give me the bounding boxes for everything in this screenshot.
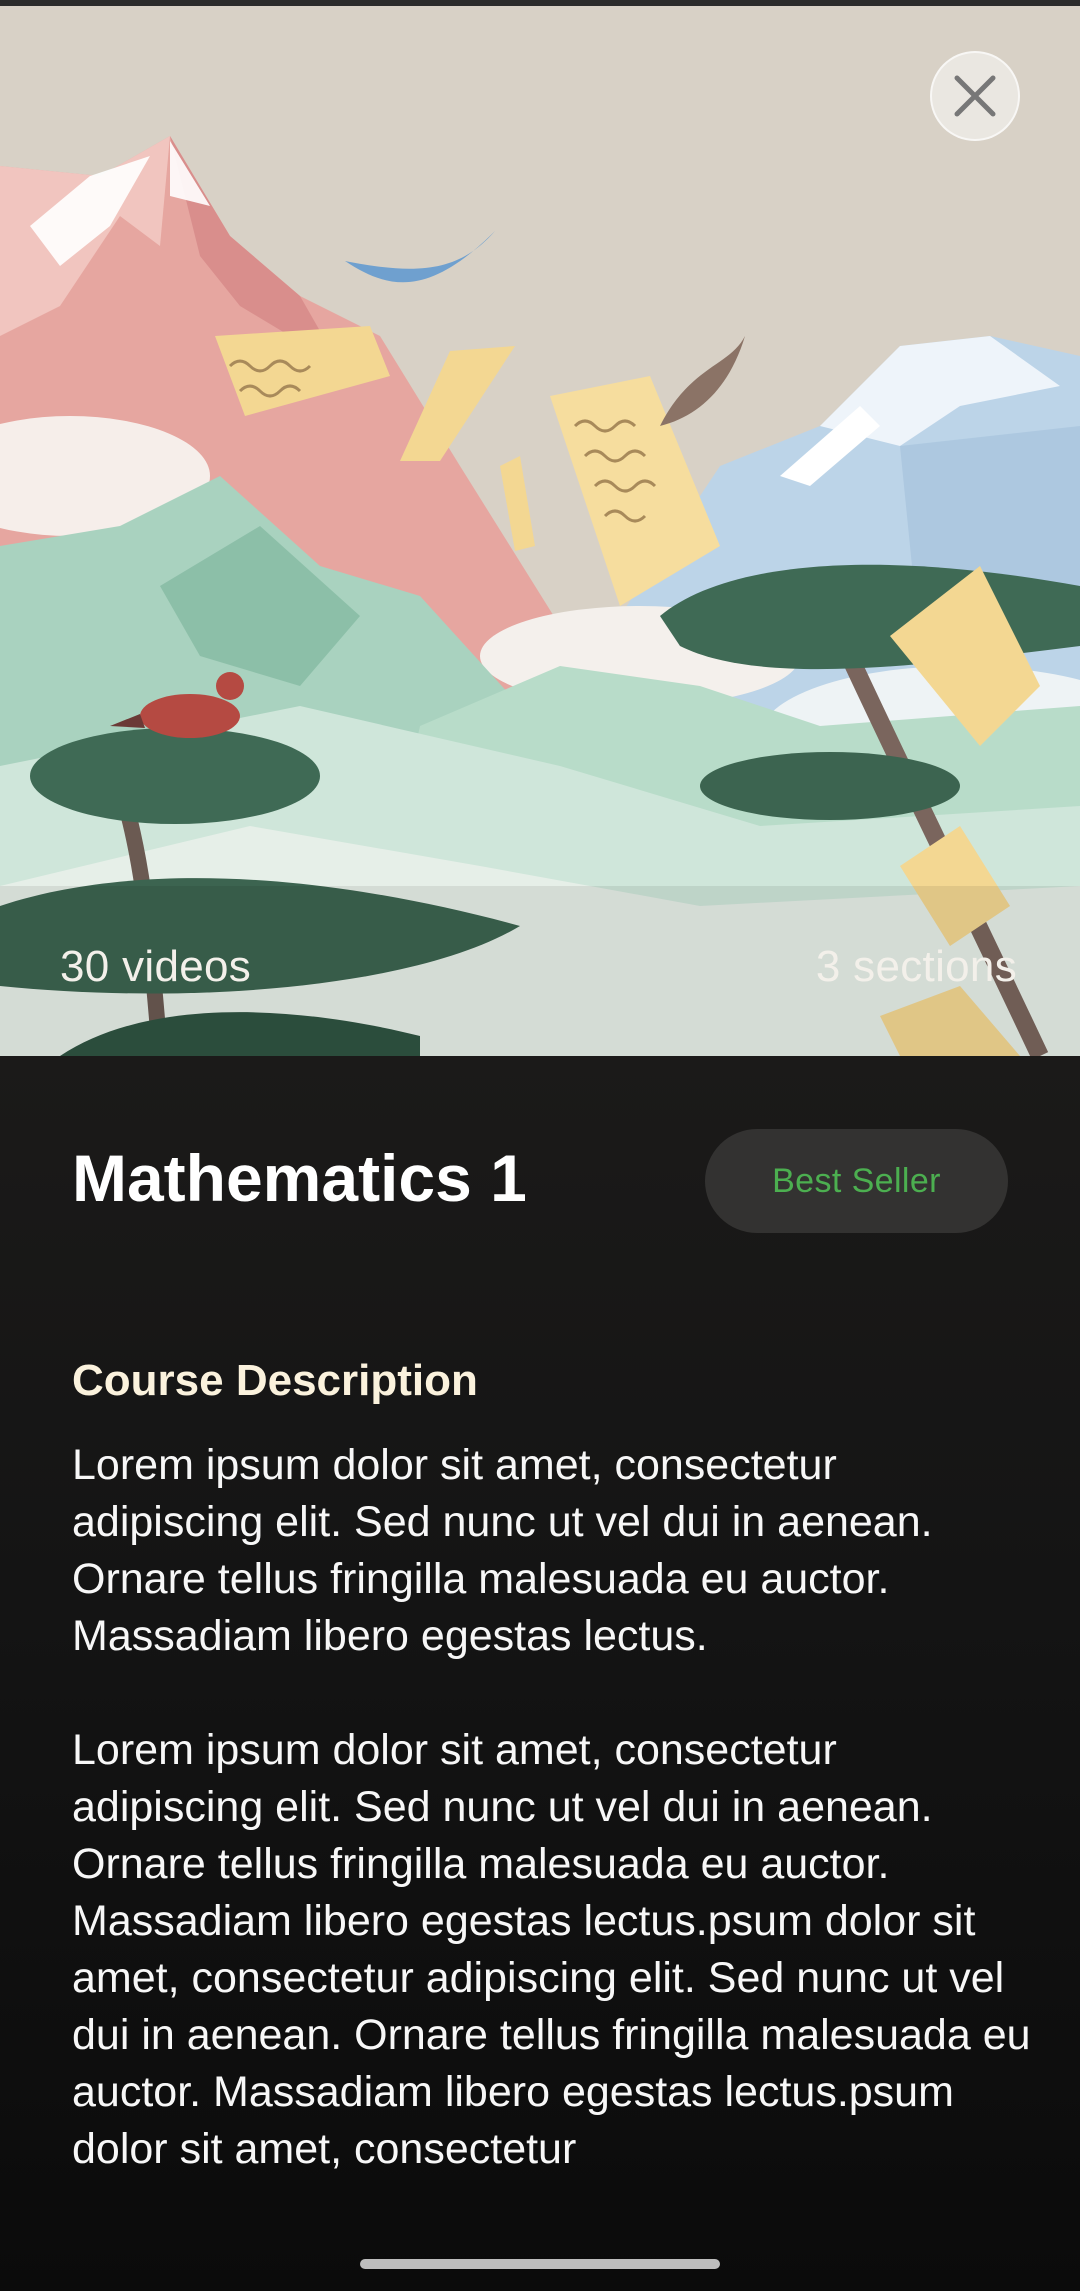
course-description: Lorem ipsum dolor sit amet, consectetur … bbox=[72, 1437, 1032, 2235]
home-indicator[interactable] bbox=[360, 2259, 720, 2269]
best-seller-badge: Best Seller bbox=[705, 1129, 1008, 1233]
description-paragraph: Lorem ipsum dolor sit amet, consectetur … bbox=[72, 1726, 1031, 2173]
section-count: 3 sections bbox=[815, 942, 1017, 991]
course-detail-screen: 30 videos 3 sections Mathematics 1 Best … bbox=[0, 0, 1080, 2291]
course-title: Mathematics 1 bbox=[72, 1141, 527, 1215]
video-count: 30 videos bbox=[60, 942, 252, 991]
course-description-heading: Course Description bbox=[72, 1356, 478, 1405]
close-icon bbox=[954, 75, 996, 117]
course-hero-image: 30 videos 3 sections bbox=[0, 6, 1080, 1056]
mountain-landscape-illustration bbox=[0, 6, 1080, 1056]
description-paragraph: Lorem ipsum dolor sit amet, consectetur … bbox=[72, 1441, 933, 1660]
close-button[interactable] bbox=[930, 51, 1020, 141]
